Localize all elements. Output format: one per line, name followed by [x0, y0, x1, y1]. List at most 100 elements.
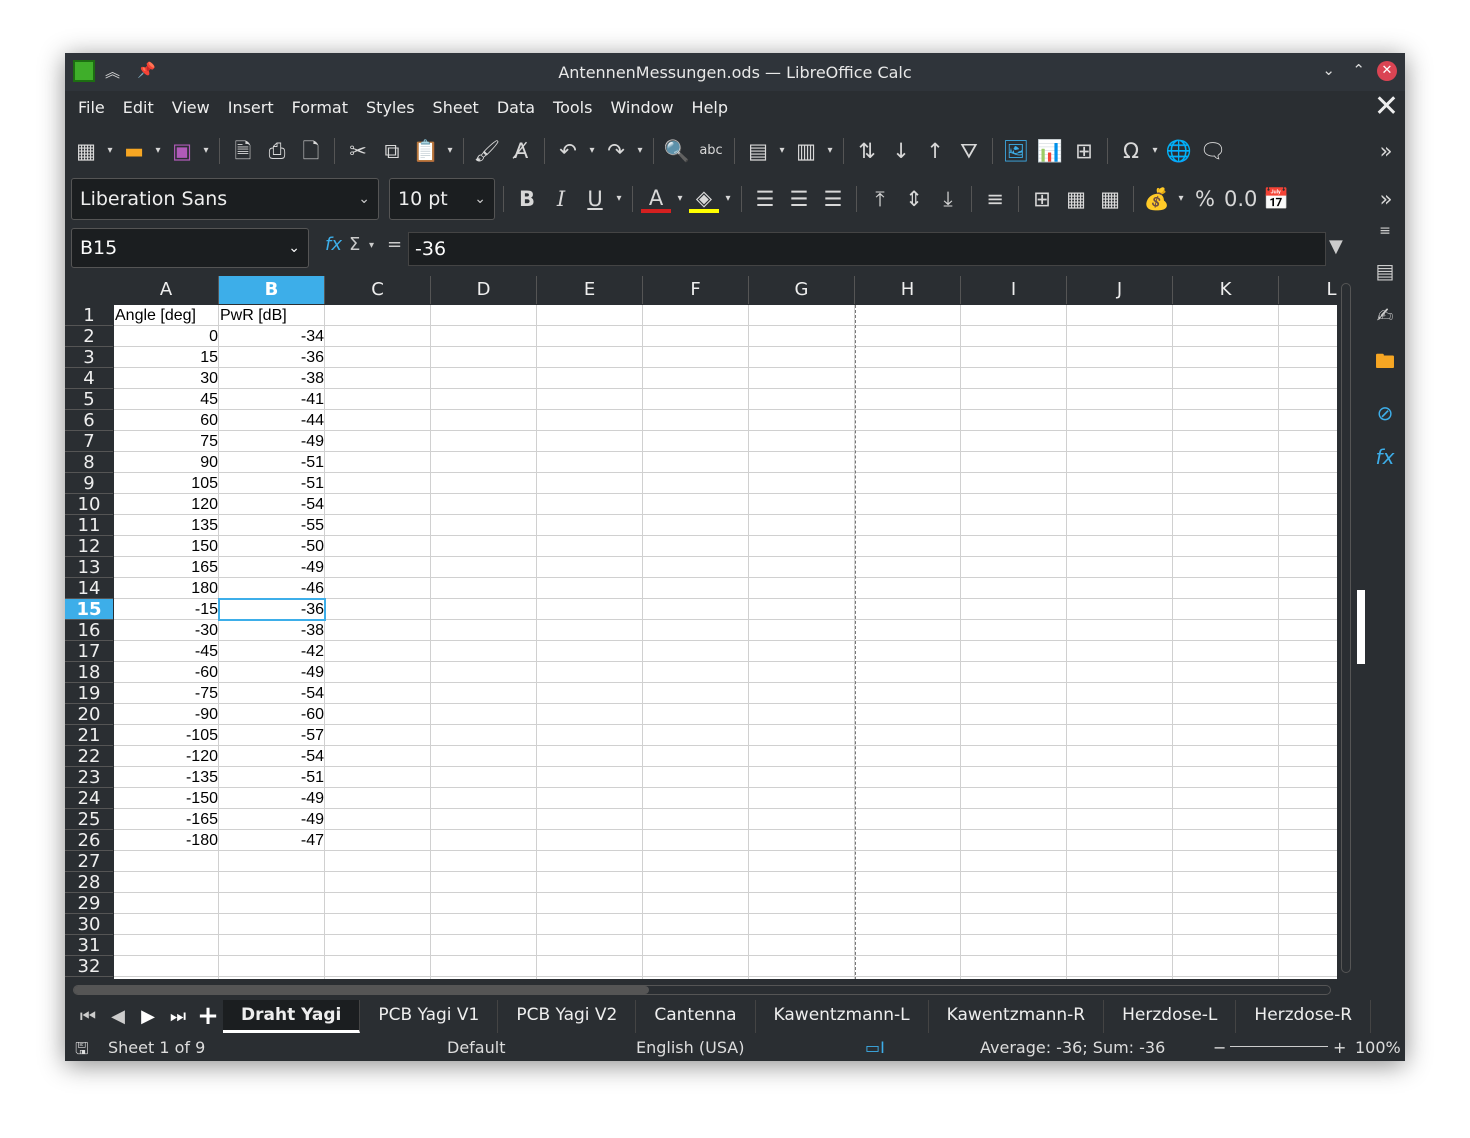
- redo-icon[interactable]: ↷: [601, 135, 631, 167]
- italic-icon[interactable]: I: [546, 183, 576, 215]
- cell-B8[interactable]: -51: [219, 452, 325, 473]
- cell-B23[interactable]: -51: [219, 767, 325, 788]
- function-wizard-icon[interactable]: fx: [325, 234, 342, 255]
- print-preview-icon[interactable]: 🗋: [296, 135, 326, 167]
- cell-A25[interactable]: -165: [114, 809, 219, 830]
- properties-icon[interactable]: ▤: [1376, 259, 1395, 283]
- menu-help[interactable]: Help: [683, 92, 737, 124]
- cell-B4[interactable]: -38: [219, 368, 325, 389]
- cell-A7[interactable]: 75: [114, 431, 219, 452]
- minimize-button[interactable]: ⌄: [1322, 61, 1335, 79]
- previous-sheet-icon[interactable]: ◀: [103, 1006, 133, 1027]
- special-character-icon[interactable]: Ω: [1116, 135, 1146, 167]
- cell-B18[interactable]: -49: [219, 662, 325, 683]
- cell-B10[interactable]: -54: [219, 494, 325, 515]
- cell-A10[interactable]: 120: [114, 494, 219, 515]
- cell-B5[interactable]: -41: [219, 389, 325, 410]
- wrap-text-icon[interactable]: ≡: [980, 183, 1010, 215]
- column-header-e[interactable]: E: [537, 276, 643, 304]
- new-dropdown[interactable]: ▾: [105, 135, 115, 167]
- borders-icon[interactable]: ▦: [1095, 183, 1125, 215]
- row-header-31[interactable]: 31: [65, 935, 113, 956]
- align-bottom-icon[interactable]: ⤓: [933, 183, 963, 215]
- toolbar-overflow-icon[interactable]: »: [1371, 135, 1401, 167]
- row-header-15[interactable]: 15: [65, 599, 113, 620]
- sum-icon[interactable]: Σ: [349, 234, 360, 255]
- row-header-25[interactable]: 25: [65, 809, 113, 830]
- gallery-icon[interactable]: 🖿: [1375, 347, 1395, 381]
- paste-icon[interactable]: 📋: [411, 135, 441, 167]
- page-style[interactable]: Default: [447, 1038, 505, 1057]
- cell-A17[interactable]: -45: [114, 641, 219, 662]
- sheet-tab[interactable]: PCB Yagi V1: [360, 999, 499, 1033]
- currency-format-icon[interactable]: 💰: [1142, 183, 1172, 215]
- row-header-30[interactable]: 30: [65, 914, 113, 935]
- currency-dropdown[interactable]: ▾: [1176, 183, 1186, 215]
- cell-B26[interactable]: -47: [219, 830, 325, 851]
- toolbar-overflow-icon[interactable]: »: [1371, 183, 1401, 215]
- insert-image-icon[interactable]: 🖼: [1001, 135, 1031, 167]
- menu-edit[interactable]: Edit: [114, 92, 163, 124]
- sheet-tab[interactable]: Draht Yagi: [223, 999, 361, 1033]
- row-header-24[interactable]: 24: [65, 788, 113, 809]
- column-header-b[interactable]: B: [219, 276, 325, 304]
- row-header-13[interactable]: 13: [65, 557, 113, 578]
- close-window-button[interactable]: ✕: [1377, 61, 1397, 81]
- print-icon[interactable]: ⎙: [262, 135, 292, 167]
- add-sheet-icon[interactable]: +: [193, 1001, 223, 1031]
- align-middle-icon[interactable]: ⇕: [899, 183, 929, 215]
- open-folder-icon[interactable]: ▬: [119, 135, 149, 167]
- column-dropdown[interactable]: ▾: [825, 135, 835, 167]
- column-header-f[interactable]: F: [643, 276, 749, 304]
- first-sheet-icon[interactable]: ⏮: [73, 1006, 103, 1027]
- date-format-icon[interactable]: 📅: [1261, 183, 1291, 215]
- column-header-g[interactable]: G: [749, 276, 855, 304]
- cell-B17[interactable]: -42: [219, 641, 325, 662]
- menu-view[interactable]: View: [163, 92, 219, 124]
- hyperlink-icon[interactable]: 🌐: [1164, 135, 1194, 167]
- row-header-7[interactable]: 7: [65, 431, 113, 452]
- cell-B6[interactable]: -44: [219, 410, 325, 431]
- cell-A11[interactable]: 135: [114, 515, 219, 536]
- row-header-10[interactable]: 10: [65, 494, 113, 515]
- cell-A19[interactable]: -75: [114, 683, 219, 704]
- cell-A23[interactable]: -135: [114, 767, 219, 788]
- row-header-2[interactable]: 2: [65, 326, 113, 347]
- zoom-out-icon[interactable]: −: [1213, 1038, 1226, 1057]
- select-all-corner[interactable]: [65, 276, 113, 304]
- zoom-in-icon[interactable]: +: [1333, 1038, 1346, 1057]
- menu-window[interactable]: Window: [601, 92, 682, 124]
- cell-B19[interactable]: -54: [219, 683, 325, 704]
- row-header-20[interactable]: 20: [65, 704, 113, 725]
- cell-A18[interactable]: -60: [114, 662, 219, 683]
- row-header-32[interactable]: 32: [65, 956, 113, 977]
- cell-A5[interactable]: 45: [114, 389, 219, 410]
- cell-A22[interactable]: -120: [114, 746, 219, 767]
- autofilter-icon[interactable]: ⛛: [954, 135, 984, 167]
- zoom-slider[interactable]: [1230, 1046, 1328, 1047]
- align-right-icon[interactable]: ☰: [818, 183, 848, 215]
- find-replace-icon[interactable]: 🔍: [662, 135, 692, 167]
- row-header-21[interactable]: 21: [65, 725, 113, 746]
- redo-dropdown[interactable]: ▾: [635, 135, 645, 167]
- row-header-9[interactable]: 9: [65, 473, 113, 494]
- align-center-icon[interactable]: ☰: [784, 183, 814, 215]
- close-document-icon[interactable]: ✕: [1374, 91, 1399, 123]
- save-dropdown[interactable]: ▾: [201, 135, 211, 167]
- row-header-14[interactable]: 14: [65, 578, 113, 599]
- highlight-dropdown[interactable]: ▾: [723, 183, 733, 215]
- sheet-tab[interactable]: Cantenna: [636, 999, 756, 1033]
- last-sheet-icon[interactable]: ⏭: [163, 1006, 193, 1027]
- styles-icon[interactable]: ✍: [1377, 303, 1394, 327]
- cell-B12[interactable]: -50: [219, 536, 325, 557]
- row-header-1[interactable]: 1: [65, 305, 113, 326]
- column-header-j[interactable]: J: [1067, 276, 1173, 304]
- column-header-c[interactable]: C: [325, 276, 431, 304]
- sort-icon[interactable]: ⇅: [852, 135, 882, 167]
- row-icon[interactable]: ▤: [743, 135, 773, 167]
- cell-A14[interactable]: 180: [114, 578, 219, 599]
- row-header-5[interactable]: 5: [65, 389, 113, 410]
- cell-A12[interactable]: 150: [114, 536, 219, 557]
- cell-B1[interactable]: PwR [dB]: [219, 305, 325, 326]
- row-header-17[interactable]: 17: [65, 641, 113, 662]
